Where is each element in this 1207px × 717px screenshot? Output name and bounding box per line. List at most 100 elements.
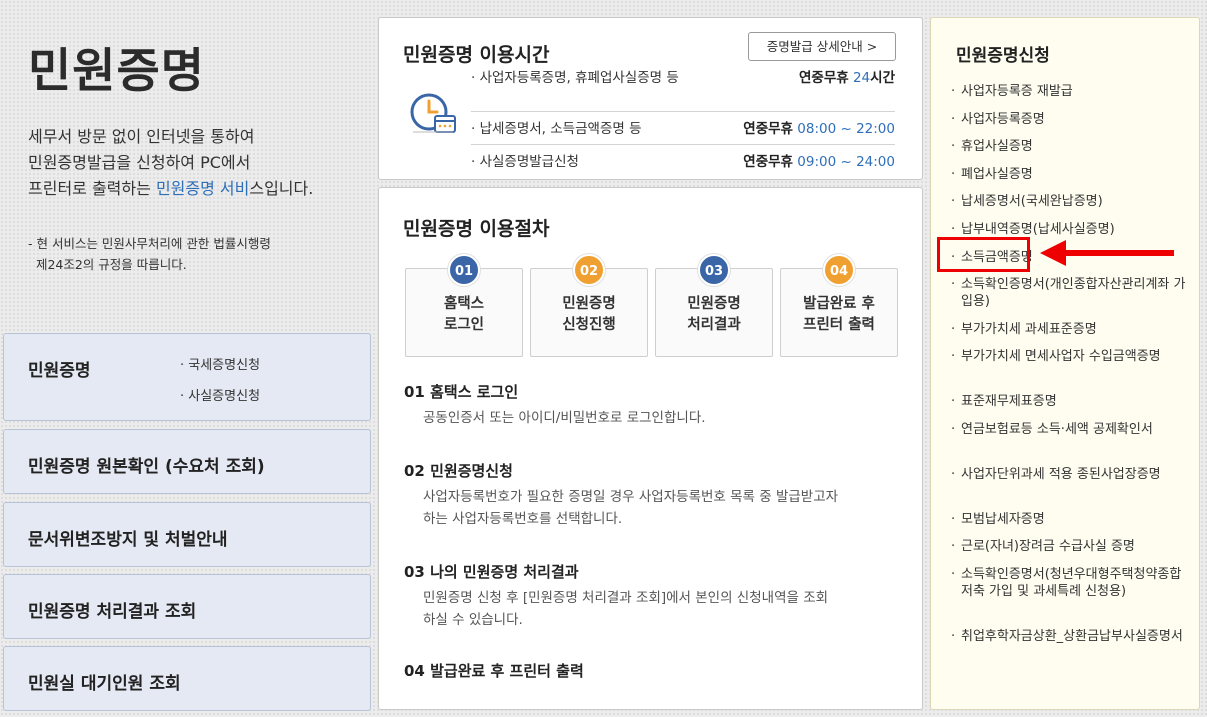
menu-original-verify-label: 민원증명 원본확인 (수요처 조회)	[28, 457, 265, 477]
step-number-badge: 01	[448, 254, 480, 286]
apply-link-work-incentive[interactable]: · 근로(자녀)장려금 수급사실 증명	[951, 538, 1186, 555]
apply-link-closure-cert[interactable]: · 폐업사실증명	[951, 166, 1186, 183]
bullet: ·	[951, 467, 956, 482]
hours-row-value: 연중무휴 09:00 ~ 24:00	[743, 150, 895, 170]
apply-link-vat-exempt-income[interactable]: · 부가가치세 면세사업자 수입금액증명	[951, 348, 1186, 365]
bullet: ·	[951, 629, 956, 644]
step-line: 민원증명	[562, 296, 616, 312]
procedure-section-body: 사업자등록번호가 필요한 증명일 경우 사업자등록번호 목록 중 발급받고자 하…	[423, 486, 893, 530]
legal-note: - 현 서비스는 민원사무처리에 관한 법률시행령 제24조2의 규정을 따릅니…	[28, 233, 358, 275]
menu-result-inquiry[interactable]: 민원증명 처리결과 조회	[3, 574, 371, 639]
step-line: 프린터 출력	[803, 317, 875, 333]
apply-link-financial-statements[interactable]: · 표준재무제표증명	[951, 393, 1186, 410]
usage-procedure-title: 민원증명 이용절차	[403, 218, 550, 240]
hours-row: · 사실증명발급신청 연중무휴 09:00 ~ 24:00	[471, 146, 895, 176]
procedure-body-line: 하실 수 있습니다.	[423, 612, 523, 628]
procedure-body-line: 사업자등록번호가 필요한 증명일 경우 사업자등록번호 목록 중 발급받고자	[423, 489, 839, 505]
clock-calendar-icon	[410, 93, 456, 133]
procedure-body-line: 공동인증서 또는 아이디/비밀번호로 로그인합니다.	[423, 410, 706, 426]
apply-link-model-taxpayer[interactable]: · 모범납세자증명	[951, 511, 1186, 528]
bullet: ·	[951, 422, 956, 437]
menu-forgery-prevention-label: 문서위변조방지 및 처벌안내	[28, 530, 228, 550]
menu-national-tax-cert-link[interactable]: · 국세증명신청	[180, 354, 260, 373]
apply-link-label: 휴업사실증명	[961, 139, 1033, 154]
apply-link-tax-payment-cert[interactable]: · 납세증명서(국세완납증명)	[951, 193, 1186, 210]
procedure-section-heading: 03 나의 민원증명 처리결과	[404, 563, 579, 581]
desc-line-1: 세무서 방문 없이 인터넷을 통하여	[28, 127, 255, 146]
apply-link-student-loan[interactable]: · 취업후학자금상환_상환금납부사실증명서	[951, 628, 1186, 645]
step-line: 홈택스	[443, 296, 485, 312]
desc-highlight: 민원증명 서비	[155, 179, 250, 198]
hours-day: 연중무휴	[743, 154, 793, 170]
apply-link-label: 사업자단위과세 적용 종된사업장증명	[961, 467, 1161, 482]
apply-link-income-confirm-housing[interactable]: · 소득확인증명서(청년우대형주택청약종합저축 가입 및 과세특례 신청용)	[951, 566, 1186, 600]
procedure-section-heading: 02 민원증명신청	[404, 462, 513, 480]
hours-time: 24	[852, 70, 871, 86]
menu-fact-cert-link[interactable]: · 사실증명신청	[180, 385, 260, 404]
apply-link-label: 사업자등록증 재발급	[961, 84, 1073, 99]
apply-link-business-reg-cert[interactable]: · 사업자등록증명	[951, 111, 1186, 128]
hours-time: 08:00 ~ 22:00	[797, 121, 895, 137]
hours-unit: 시간	[870, 70, 895, 86]
hours-day: 연중무휴	[743, 121, 793, 137]
desc-line-3-pre: 프린터로 출력하는	[28, 179, 156, 198]
certificate-apply-panel: 민원증명신청 · 사업자등록증 재발급 · 사업자등록증명 · 휴업사실증명 · 폐업사…	[930, 17, 1200, 710]
desc-line-3: 프린터로 출력하는 민원증명 서비스입니다.	[28, 176, 368, 202]
note-line-2: 제24조2의 규정을 따릅니다.	[28, 257, 187, 272]
hours-day: 연중무휴	[798, 70, 849, 86]
apply-link-pension-deduction[interactable]: · 연금보험료등 소득·세액 공제확인서	[951, 421, 1186, 438]
bullet: ·	[951, 322, 956, 337]
step-line: 처리결과	[687, 317, 741, 333]
apply-link-label: 부가가치세 면세사업자 수입금액증명	[961, 349, 1161, 364]
step-line: 로그인	[443, 317, 485, 333]
procedure-body-line: 민원증명 신청 후 [민원증명 처리결과 조회]에서 본인의 신청내역을 조회	[423, 590, 829, 606]
note-line-1: - 현 서비스는 민원사무처리에 관한 법률시행령	[28, 236, 271, 251]
apply-link-income-confirm-isa[interactable]: · 소득확인증명서(개인종합자산관리계좌 가입용)	[951, 276, 1186, 310]
menu-certificate-title[interactable]: 민원증명	[28, 356, 91, 381]
apply-link-unit-taxation[interactable]: · 사업자단위과세 적용 종된사업장증명	[951, 466, 1186, 483]
menu-waiting-inquiry-label: 민원실 대기인원 조회	[28, 674, 181, 694]
apply-link-label: 소득확인증명서(개인종합자산관리계좌 가입용)	[961, 277, 1186, 309]
apply-link-label: 표준재무제표증명	[961, 394, 1057, 409]
procedure-section-body: 민원증명 신청 후 [민원증명 처리결과 조회]에서 본인의 신청내역을 조회 …	[423, 587, 893, 631]
procedure-section-heading: 04 발급완료 후 프린터 출력	[404, 662, 584, 680]
step-number-badge: 02	[573, 254, 605, 286]
page-title: 민원증명	[28, 44, 205, 99]
bullet: ·	[951, 349, 956, 364]
desc-line-2: 민원증명발급을 신청하여 PC에서	[28, 153, 251, 172]
menu-certificate: 민원증명 · 국세증명신청 · 사실증명신청	[3, 333, 371, 421]
apply-link-label: 연금보험료등 소득·세액 공제확인서	[961, 422, 1153, 437]
bullet: ·	[951, 167, 956, 182]
apply-link-suspension-cert[interactable]: · 휴업사실증명	[951, 138, 1186, 155]
bullet: ·	[951, 539, 956, 554]
apply-link-business-reg-reissue[interactable]: · 사업자등록증 재발급	[951, 83, 1186, 100]
hours-time: 09:00 ~ 24:00	[797, 154, 895, 170]
apply-link-label: 납부내역증명(납세사실증명)	[961, 222, 1115, 237]
menu-waiting-inquiry[interactable]: 민원실 대기인원 조회	[3, 646, 371, 711]
certificate-apply-title: 민원증명신청	[956, 46, 1050, 66]
apply-link-payment-history-cert[interactable]: · 납부내역증명(납세사실증명)	[951, 221, 1186, 238]
step-line: 신청진행	[562, 317, 616, 333]
apply-link-label: 모범납세자증명	[961, 512, 1045, 527]
bullet: ·	[951, 394, 956, 409]
bullet: ·	[951, 139, 956, 154]
hours-row-label: · 사업자등록증명, 휴폐업사실증명 등	[471, 70, 679, 86]
apply-link-label: 소득확인증명서(청년우대형주택청약종합저축 가입 및 과세특례 신청용)	[961, 567, 1182, 599]
service-description: 세무서 방문 없이 인터넷을 통하여 민원증명발급을 신청하여 PC에서 프린터…	[28, 124, 368, 202]
desc-line-3-post: 스입니다.	[249, 179, 314, 198]
menu-result-inquiry-label: 민원증명 처리결과 조회	[28, 602, 197, 622]
bullet: ·	[951, 222, 956, 237]
issuance-detail-button[interactable]: 증명발급 상세안내 >	[748, 32, 896, 61]
menu-original-verify[interactable]: 민원증명 원본확인 (수요처 조회)	[3, 429, 371, 494]
hours-divider	[471, 111, 895, 112]
hours-row-value: 연중무휴 08:00 ~ 22:00	[743, 117, 895, 137]
apply-link-label: 납세증명서(국세완납증명)	[961, 194, 1103, 209]
menu-forgery-prevention[interactable]: 문서위변조방지 및 처벌안내	[3, 502, 371, 567]
step-number-badge: 03	[698, 254, 730, 286]
hours-row-label: · 사실증명발급신청	[471, 154, 579, 170]
apply-link-label: 부가가치세 과세표준증명	[961, 322, 1097, 337]
procedure-section-body: 공동인증서 또는 아이디/비밀번호로 로그인합니다.	[423, 407, 893, 429]
hours-row-value: 연중무휴 24시간	[799, 66, 895, 86]
apply-link-vat-tax-base[interactable]: · 부가가치세 과세표준증명	[951, 321, 1186, 338]
hours-row: · 납세증명서, 소득금액증명 등 연중무휴 08:00 ~ 22:00	[471, 113, 895, 143]
